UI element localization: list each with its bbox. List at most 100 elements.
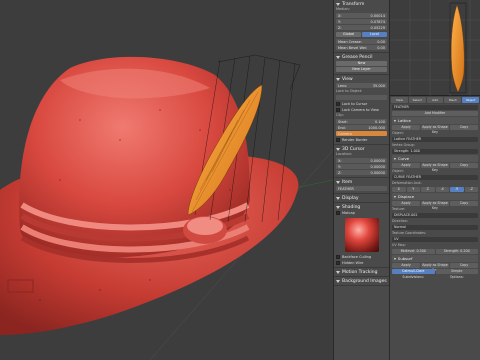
checkbox-icon — [336, 255, 340, 259]
cursor-z-field[interactable]: Z: 0.00000 — [336, 170, 387, 175]
lattice-object-field[interactable]: Lattice FEATHER — [392, 137, 478, 142]
feather-preview — [390, 0, 480, 96]
curve-apply-button[interactable]: Apply — [392, 163, 420, 168]
mean-bevel-field[interactable]: Mean Bevel Wei: 0.00 — [336, 45, 387, 50]
checkbox-icon — [336, 211, 340, 215]
cursor-y-field[interactable]: Y: 0.00000 — [336, 164, 387, 169]
checkbox-icon — [336, 108, 340, 112]
curve-object-field[interactable]: CURVE FEATHER — [392, 175, 478, 180]
subsurf-copy-button[interactable]: Copy — [450, 263, 478, 268]
lock-object-field[interactable] — [336, 95, 387, 100]
bg-images-header[interactable]: Background Images — [336, 278, 387, 284]
simple-button[interactable]: Simple — [435, 269, 478, 274]
subsurf-modifier-header[interactable]: ▾ Subsurf — [392, 255, 478, 262]
display-panel: Display — [334, 194, 389, 203]
options-label: Options: — [449, 275, 464, 279]
checkbox-icon — [336, 138, 340, 142]
clip-label: Clip: — [336, 113, 344, 117]
subdivisions-label: Subdivisions: — [402, 275, 425, 279]
collapse-icon — [336, 77, 340, 81]
displace-apply-button[interactable]: Apply — [392, 201, 420, 206]
item-name-field[interactable]: FEATHER — [336, 186, 387, 191]
header-menu: View Select Add Mesh Object — [390, 96, 480, 104]
direction-select[interactable]: Normal — [392, 225, 478, 230]
displace-modifier-header[interactable]: ▾ Displace — [392, 193, 478, 200]
texture-coords-label: Texture Coordinates: — [392, 231, 427, 235]
texture-coords-select[interactable]: UV — [392, 237, 478, 242]
wrench-icon: ▾ — [394, 256, 396, 261]
matcap-checkbox[interactable]: Matcap — [336, 210, 387, 216]
median-x-field[interactable]: X: 0.00014 — [336, 13, 387, 18]
collapse-icon — [336, 147, 340, 151]
global-button[interactable]: Global — [336, 32, 361, 37]
median-y-field[interactable]: Y: 0.07874 — [336, 19, 387, 24]
collapse-icon — [336, 55, 340, 59]
checkbox-icon — [336, 102, 340, 106]
cursor-x-field[interactable]: X: 0.00000 — [336, 158, 387, 163]
render-border-checkbox[interactable]: Render Border — [336, 137, 387, 143]
axis-y[interactable]: Y — [406, 187, 420, 192]
wrench-icon: ▾ — [394, 156, 396, 161]
hidden-wire-checkbox[interactable]: Hidden Wire — [336, 260, 387, 266]
curve-copy-button[interactable]: Copy — [450, 163, 478, 168]
catmull-clark-button[interactable]: Catmull-Clark — [392, 269, 435, 274]
lattice-vgroup-label: Vertex Group: — [392, 143, 415, 147]
local-button[interactable]: Local — [362, 32, 387, 37]
bg-images-panel: Background Images — [334, 277, 389, 286]
axis-neg-x[interactable]: -X — [435, 187, 449, 192]
displace-strength-field[interactable]: Strength: 0.200 — [435, 249, 478, 254]
lattice-strength-field[interactable]: Strength: 1.000 — [392, 149, 478, 154]
deformation-axis-selector: X Y Z -X -Y -Z — [392, 187, 478, 192]
secondary-viewport[interactable] — [390, 0, 480, 96]
deformation-axis-label: Deformation Axis: — [392, 181, 422, 185]
3d-viewport[interactable] — [0, 0, 333, 360]
axis-neg-y[interactable]: -Y — [450, 187, 464, 192]
cursor-panel: 3D Cursor Location: X: 0.00000 Y: 0.00000 … — [334, 145, 389, 178]
motion-tracking-header[interactable]: Motion Tracking — [336, 269, 387, 275]
texture-field[interactable]: DISPLACE.002 — [392, 213, 478, 218]
subsurf-apply-button[interactable]: Apply — [392, 263, 420, 268]
menu-mesh[interactable]: Mesh — [444, 97, 462, 103]
median-z-field[interactable]: Z: 0.05229 — [336, 25, 387, 30]
curve-modifier-header[interactable]: ▾ Curve — [392, 155, 478, 162]
mean-crease-field[interactable]: Mean Crease: 0.00 — [336, 39, 387, 44]
menu-add[interactable]: Add — [426, 97, 444, 103]
item-header[interactable]: Item — [336, 179, 387, 185]
object-name-field[interactable]: FEATHER — [392, 105, 478, 110]
add-modifier-button[interactable]: Add Modifier — [392, 111, 478, 116]
display-header[interactable]: Display — [336, 195, 387, 201]
camera-field[interactable]: Camera — [336, 131, 387, 136]
lattice-apply-shape-button[interactable]: Apply as Shape Key — [421, 125, 449, 134]
lattice-copy-button[interactable]: Copy — [450, 125, 478, 130]
median-label: Median: — [336, 7, 350, 11]
midlevel-field[interactable]: Midlevel: 0.500 — [392, 249, 435, 254]
view-panel: View Lens: 35.000 Lock to Object: Lock to… — [334, 75, 389, 145]
lattice-modifier-header[interactable]: ▾ Lattice — [392, 117, 478, 124]
grease-pencil-panel: Grease Pencil New New Layer — [334, 53, 389, 75]
menu-view[interactable]: View — [391, 97, 408, 103]
location-label: Location: — [336, 152, 352, 156]
menu-object[interactable]: Object — [462, 97, 479, 103]
clip-start-field[interactable]: Start: 0.100 — [336, 119, 387, 124]
view-header[interactable]: View — [336, 76, 387, 82]
displace-copy-button[interactable]: Copy — [450, 201, 478, 206]
clip-end-field[interactable]: End: 1000.000 — [336, 125, 387, 130]
collapse-icon — [336, 180, 340, 184]
transform-panel: Transform Median: X: 0.00014 Y: 0.07874 Z:… — [334, 0, 389, 53]
properties-sidebar: Transform Median: X: 0.00014 Y: 0.07874 Z:… — [333, 0, 390, 360]
lens-field[interactable]: Lens: 35.000 — [336, 83, 387, 88]
uv-map-label: UV Map: — [392, 243, 406, 247]
subsurf-apply-shape-button[interactable]: Apply as Shape Key — [421, 263, 449, 272]
matcap-preview[interactable] — [344, 218, 379, 252]
axis-neg-z[interactable]: -Z — [464, 187, 478, 192]
new-button[interactable]: New — [336, 61, 387, 66]
curve-apply-shape-button[interactable]: Apply as Shape Key — [421, 163, 449, 172]
grease-pencil-header[interactable]: Grease Pencil — [336, 54, 387, 60]
lattice-apply-button[interactable]: Apply — [392, 125, 420, 130]
new-layer-button[interactable]: New Layer — [336, 67, 387, 72]
menu-select[interactable]: Select — [408, 97, 426, 103]
displace-apply-shape-button[interactable]: Apply as Shape Key — [421, 201, 449, 210]
axis-x[interactable]: X — [392, 187, 406, 192]
axis-z[interactable]: Z — [421, 187, 435, 192]
direction-label: Direction: — [392, 219, 409, 223]
